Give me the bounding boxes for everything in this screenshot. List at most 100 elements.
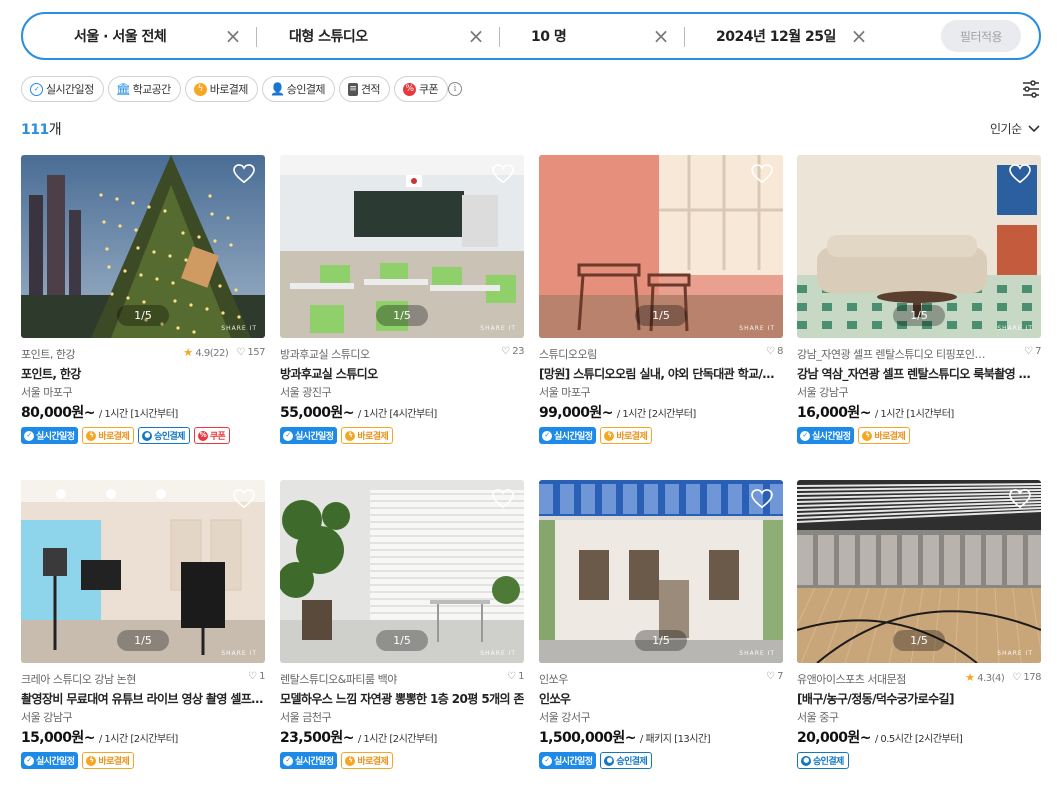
card-title[interactable]: 촬영장비 무료대여 유튜브 라이브 영상 촬영 셀프스튜...: [21, 690, 265, 707]
card-image[interactable]: 1/5 SHARE IT: [539, 480, 783, 663]
likes: ♡ 1: [248, 671, 266, 682]
heart-outline-icon: ♡: [765, 671, 775, 682]
card-location: 서울 금천구: [280, 711, 332, 724]
heart-icon[interactable]: [1009, 489, 1031, 509]
clear-date-icon[interactable]: ×: [848, 25, 870, 47]
card-image[interactable]: 1/5 SHARE IT: [21, 155, 265, 338]
search-bar: 서울 · 서울 전체 × 대형 스튜디오 × 10 명 × 2024년 12월 …: [21, 12, 1041, 60]
card-price: 1,500,000원~ / 패키지 [13시간]: [539, 727, 711, 747]
filter-apply-button[interactable]: 필터적용: [941, 20, 1021, 52]
filter-chips: ✓ 실시간일정 🏛 학교공간 ϟ 바로결제 👤 승인결제 ≡ 견적 % 쿠폰: [21, 76, 448, 102]
card-title[interactable]: [배구/농구/정동/덕수궁가로수길]: [797, 690, 1041, 707]
tag-realtime: ✓ 실시간일정: [280, 752, 338, 769]
card-image[interactable]: 1/5 SHARE IT: [797, 480, 1041, 663]
card-location: 서울 마포구: [21, 386, 73, 399]
card-image[interactable]: 1/5 SHARE IT: [280, 155, 524, 338]
star-icon: ★: [183, 346, 193, 359]
tag-pay: ϟ 바로결제: [341, 427, 394, 444]
chip-school[interactable]: 🏛 학교공간: [107, 76, 181, 102]
document-icon: ≡: [347, 82, 358, 96]
card-title[interactable]: 인쏘우: [539, 690, 783, 707]
result-count-number: 111: [21, 122, 49, 138]
card-stats: ♡ 7: [1023, 346, 1042, 357]
chip-instant-pay[interactable]: ϟ 바로결제: [184, 76, 258, 102]
heart-icon[interactable]: [492, 164, 514, 184]
likes-count: 178: [1023, 672, 1041, 683]
clear-space-type-icon[interactable]: ×: [465, 25, 487, 47]
heart-outline-icon: ♡: [506, 671, 516, 682]
clear-guests-icon[interactable]: ×: [650, 25, 672, 47]
date-field[interactable]: 2024년 12월 25일: [716, 14, 836, 58]
guests-value: 10 명: [531, 29, 567, 45]
card-meta: 방과후교실 스튜디오 ♡ 23: [280, 346, 524, 362]
realtime-tag-icon: ✓: [24, 755, 34, 766]
price-value: 55,000원~: [280, 405, 354, 421]
card-price: 55,000원~/ 1시간 [4시간부터]: [280, 402, 437, 422]
heart-icon[interactable]: [751, 489, 773, 509]
clear-location-icon[interactable]: ×: [222, 25, 244, 47]
heart-outline-icon: ♡: [765, 346, 775, 357]
chip-label: 바로결제: [209, 83, 249, 96]
card-title[interactable]: [망원] 스튜디오오림 실내, 야외 단독대관 학교/캠핑: [539, 365, 783, 382]
card-title[interactable]: 방과후교실 스튜디오: [280, 365, 524, 382]
tag-realtime: ✓ 실시간일정: [539, 427, 597, 444]
chip-label: 쿠폰: [418, 83, 439, 96]
price-unit: / 1시간 [1시간부터]: [98, 409, 178, 420]
card-price: 23,500원~/ 1시간 [2시간부터]: [280, 727, 437, 747]
space-card[interactable]: 1/5 SHARE IT 유앤아이스포츠 서대문점 ★ 4.3(4) ♡ 178 …: [797, 480, 1041, 780]
card-image[interactable]: 1/5 SHARE IT: [539, 155, 783, 338]
card-title[interactable]: 강남 역삼_자연광 셀프 렌탈스튜디오 룩북촬영 유튜브...: [797, 365, 1041, 382]
info-icon[interactable]: i: [448, 82, 462, 96]
likes: ♡ 7: [1023, 346, 1042, 357]
heart-icon[interactable]: [233, 164, 255, 184]
price-value: 23,500원~: [280, 730, 354, 746]
card-tags: ✓ 실시간일정 ϟ 바로결제: [21, 752, 135, 769]
pay-tag-icon: ϟ: [604, 430, 615, 441]
space-card[interactable]: 1/5 SHARE IT 인쏘우 ♡ 7 인쏘우 서울 강서구 1,500,00…: [539, 480, 783, 780]
card-stats: ♡ 1: [248, 671, 266, 682]
chip-approval-pay[interactable]: 👤 승인결제: [261, 76, 335, 102]
watermark: SHARE IT: [997, 325, 1033, 332]
host-name: 크레아 스튜디오 강남 논현: [21, 673, 136, 686]
card-image[interactable]: 1/5 SHARE IT: [280, 480, 524, 663]
space-card[interactable]: 1/5 SHARE IT 렌탈스튜디오&파티룸 백야 ♡ 1 모델하우스 느낌 …: [280, 480, 524, 780]
likes: ♡ 23: [501, 346, 524, 357]
sort-dropdown[interactable]: 인기순: [990, 120, 1040, 137]
price-value: 80,000원~: [21, 405, 95, 421]
space-card[interactable]: 1/5 SHARE IT 스튜디오오림 ♡ 8 [망원] 스튜디오오림 실내, …: [539, 155, 783, 455]
likes-count: 157: [247, 347, 265, 358]
likes-count: 23: [512, 346, 524, 357]
tag-label: 실시간일정: [554, 432, 593, 442]
tag-label: 바로결제: [357, 757, 389, 767]
card-image[interactable]: 1/5 SHARE IT: [21, 480, 265, 663]
chip-quote[interactable]: ≡ 견적: [338, 76, 390, 102]
card-price: 99,000원~/ 1시간 [2시간부터]: [539, 402, 696, 422]
card-stats: ♡ 23: [501, 346, 524, 357]
heart-icon[interactable]: [233, 489, 255, 509]
heart-icon[interactable]: [1009, 164, 1031, 184]
card-title[interactable]: 모델하우스 느낌 자연광 뽕뽕한 1층 20평 5개의 존: [280, 690, 524, 707]
card-title[interactable]: 포인트, 한강: [21, 365, 265, 382]
likes-count: 7: [777, 671, 783, 682]
likes-count: 1: [259, 671, 265, 682]
space-type-field[interactable]: 대형 스튜디오: [289, 14, 368, 58]
space-card[interactable]: 1/5 SHARE IT 포인트, 한강 ★ 4.9(22) ♡ 157 포인트,…: [21, 155, 265, 455]
space-card[interactable]: 1/5 SHARE IT 크레아 스튜디오 강남 논현 ♡ 1 촬영장비 무료대…: [21, 480, 265, 780]
price-value: 1,500,000원~: [539, 730, 636, 746]
guests-field[interactable]: 10 명: [531, 14, 567, 58]
tag-pay: ϟ 바로결제: [82, 427, 135, 444]
likes-count: 8: [777, 346, 783, 357]
filter-settings-icon[interactable]: [1021, 79, 1041, 99]
location-field[interactable]: 서울 · 서울 전체: [74, 14, 167, 58]
card-image[interactable]: 1/5 SHARE IT: [797, 155, 1041, 338]
space-card[interactable]: 1/5 SHARE IT 방과후교실 스튜디오 ♡ 23 방과후교실 스튜디오 …: [280, 155, 524, 455]
heart-icon[interactable]: [751, 164, 773, 184]
heart-outline-icon: ♡: [1023, 346, 1033, 357]
space-card[interactable]: 1/5 SHARE IT 강남_자연광 셀프 렌탈스튜디오 티핑포인트 남...…: [797, 155, 1041, 455]
chip-coupon[interactable]: % 쿠폰: [393, 76, 448, 102]
heart-icon[interactable]: [492, 489, 514, 509]
host-name: 스튜디오오림: [539, 348, 597, 361]
chip-realtime[interactable]: ✓ 실시간일정: [21, 76, 104, 102]
sort-label: 인기순: [990, 122, 1022, 136]
card-location: 서울 강남구: [21, 711, 73, 724]
